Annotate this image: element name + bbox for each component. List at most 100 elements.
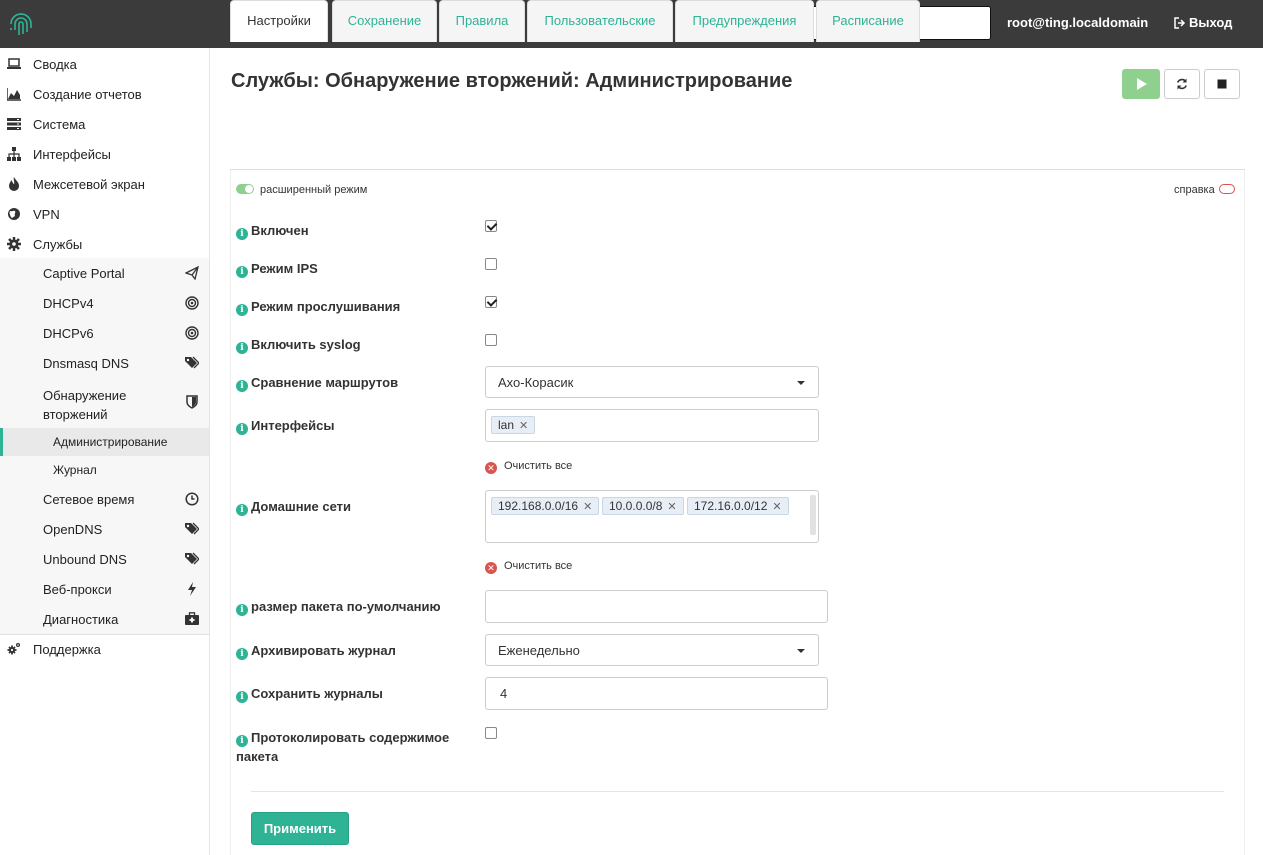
sidebar-item-label: Администрирование: [53, 435, 168, 449]
logout-link[interactable]: Выход: [1174, 15, 1232, 30]
sidebar-item-dashboard[interactable]: Сводка: [0, 49, 209, 79]
field-label: Протоколировать содержимое пакета: [236, 730, 450, 764]
remove-tag-icon[interactable]: ✕: [519, 420, 528, 432]
tag-text: 192.168.0.0/16: [498, 499, 579, 513]
enabled-checkbox[interactable]: [485, 220, 497, 232]
syslog-checkbox[interactable]: [485, 334, 497, 346]
sidebar-item-dnsmasq[interactable]: Dnsmasq DNS: [0, 348, 209, 378]
clear-all-label: Очистить все: [504, 560, 573, 572]
home-net-tag[interactable]: 192.168.0.0/16 ✕: [491, 497, 600, 515]
tag-text: 10.0.0.0/8: [609, 499, 663, 513]
interfaces-clear-all[interactable]: ✕ Очистить все: [485, 460, 572, 474]
label-log-rotate[interactable]: i Архивировать журнал: [236, 641, 396, 660]
caret-down-icon: [797, 381, 805, 385]
stop-icon: [1217, 79, 1227, 89]
log-keep-input[interactable]: [485, 677, 828, 710]
info-icon: i: [236, 691, 248, 703]
home-net-tag[interactable]: 172.16.0.0/12 ✕: [687, 497, 789, 515]
sidebar-item-label: Обнаружение вторжений: [43, 388, 127, 422]
sidebar-item-ids-administration[interactable]: Администрирование: [0, 428, 209, 456]
sidebar-item-firewall[interactable]: Межсетевой экран: [0, 169, 209, 199]
tab-rules[interactable]: Правила: [439, 0, 525, 42]
label-log-payload[interactable]: i Протоколировать содержимое пакета: [236, 728, 466, 766]
info-icon: i: [236, 342, 248, 354]
home-net-tag[interactable]: 10.0.0.0/8 ✕: [602, 497, 684, 515]
sidebar: Сводка Создание отчетов Система Интерфей…: [0, 48, 210, 855]
sidebar-item-label: Диагностика: [43, 612, 119, 627]
refresh-icon: [1177, 78, 1187, 90]
sidebar-item-interfaces[interactable]: Интерфейсы: [0, 139, 209, 169]
label-home-networks[interactable]: i Домашние сети: [236, 497, 351, 516]
sidebar-item-ids-log[interactable]: Журнал: [0, 456, 209, 484]
label-ips-mode[interactable]: i Режим IPS: [236, 259, 318, 278]
start-service-button[interactable]: [1122, 69, 1160, 99]
tab-alerts[interactable]: Предупреждения: [675, 0, 814, 42]
help-toggle[interactable]: справка: [1174, 184, 1235, 196]
remove-tag-icon[interactable]: ✕: [667, 501, 676, 513]
label-enabled[interactable]: i Включен: [236, 221, 309, 240]
label-snaplen[interactable]: i размер пакета по-умолчанию: [236, 597, 441, 616]
interfaces-tag-input[interactable]: lan ✕: [485, 409, 819, 442]
tab-settings[interactable]: Настройки: [230, 0, 328, 42]
play-icon: [1137, 78, 1147, 90]
sidebar-item-label: Система: [33, 117, 86, 132]
sidebar-item-reporting[interactable]: Создание отчетов: [0, 79, 209, 109]
user-menu[interactable]: root@ting.localdomain: [1007, 15, 1148, 30]
cogs-icon: [7, 643, 20, 655]
restart-service-button[interactable]: [1164, 69, 1200, 99]
selected-value: Ахо-Корасик: [498, 375, 574, 390]
pattern-matcher-select[interactable]: Ахо-Корасик: [485, 366, 819, 398]
field-label: Режим IPS: [251, 261, 318, 276]
field-label: Включить syslog: [251, 337, 361, 352]
snaplen-input[interactable]: [485, 590, 828, 623]
field-label: Домашние сети: [251, 499, 352, 514]
sidebar-item-services[interactable]: Службы: [0, 229, 209, 259]
shield-icon: [186, 395, 198, 409]
tab-schedule[interactable]: Расписание: [816, 0, 920, 42]
remove-tag-icon[interactable]: ✕: [583, 501, 592, 513]
log-rotate-select[interactable]: Еженедельно: [485, 634, 819, 666]
caret-down-icon: [797, 649, 805, 653]
sidebar-item-label: OpenDNS: [43, 522, 103, 537]
sidebar-item-label: Captive Portal: [43, 266, 125, 281]
stop-service-button[interactable]: [1204, 69, 1240, 99]
remove-tag-icon[interactable]: ✕: [772, 501, 781, 513]
label-syslog[interactable]: i Включить syslog: [236, 335, 361, 354]
field-label: размер пакета по-умолчанию: [251, 599, 441, 614]
sidebar-item-vpn[interactable]: VPN: [0, 199, 209, 229]
tag-text: lan: [498, 418, 515, 432]
home-networks-tag-input[interactable]: 192.168.0.0/16 ✕ 10.0.0.0/8 ✕ 172.16.0.0/1…: [485, 490, 819, 543]
tab-label: Настройки: [247, 13, 311, 28]
sidebar-item-captive-portal[interactable]: Captive Portal: [0, 258, 209, 288]
label-pattern-matcher[interactable]: i Сравнение маршрутов: [236, 373, 398, 392]
sitemap-icon: [7, 147, 21, 161]
log-payload-checkbox[interactable]: [485, 727, 497, 739]
interface-tag[interactable]: lan ✕: [491, 416, 536, 434]
tab-storage[interactable]: Сохранение: [332, 0, 437, 42]
bullseye-icon: [185, 296, 199, 310]
home-networks-clear-all[interactable]: ✕ Очистить все: [485, 560, 572, 574]
ips-mode-checkbox[interactable]: [485, 258, 497, 270]
tab-user-defined[interactable]: Пользовательские: [527, 0, 673, 42]
logout-label: Выход: [1189, 15, 1233, 30]
sidebar-item-intrusion-detection[interactable]: Обнаружение вторжений: [0, 378, 209, 426]
sidebar-item-dhcpv4[interactable]: DHCPv4: [0, 288, 209, 318]
advanced-mode-toggle[interactable]: расширенный режим: [236, 184, 367, 196]
sidebar-item-network-time[interactable]: Сетевое время: [0, 484, 209, 514]
sidebar-item-system[interactable]: Система: [0, 109, 209, 139]
sidebar-item-dhcpv6[interactable]: DHCPv6: [0, 318, 209, 348]
label-interfaces[interactable]: i Интерфейсы: [236, 416, 335, 435]
scrollbar[interactable]: [810, 495, 816, 535]
promiscuous-mode-checkbox[interactable]: [485, 296, 497, 308]
services-submenu: Captive Portal DHCPv4 DHCPv6 Dnsmasq DNS…: [0, 258, 209, 634]
sidebar-item-opendns[interactable]: OpenDNS: [0, 514, 209, 544]
sidebar-item-support[interactable]: Поддержка: [0, 634, 209, 664]
sidebar-item-web-proxy[interactable]: Веб-прокси: [0, 574, 209, 604]
medkit-icon: [185, 612, 199, 625]
label-log-keep[interactable]: i Сохранить журналы: [236, 684, 383, 703]
sidebar-item-unbound-dns[interactable]: Unbound DNS: [0, 544, 209, 574]
apply-button[interactable]: Применить: [251, 812, 349, 845]
label-promiscuous-mode[interactable]: i Режим прослушивания: [236, 297, 400, 316]
fingerprint-logo-icon[interactable]: [8, 10, 34, 38]
sidebar-item-diagnostics[interactable]: Диагностика: [0, 604, 209, 634]
